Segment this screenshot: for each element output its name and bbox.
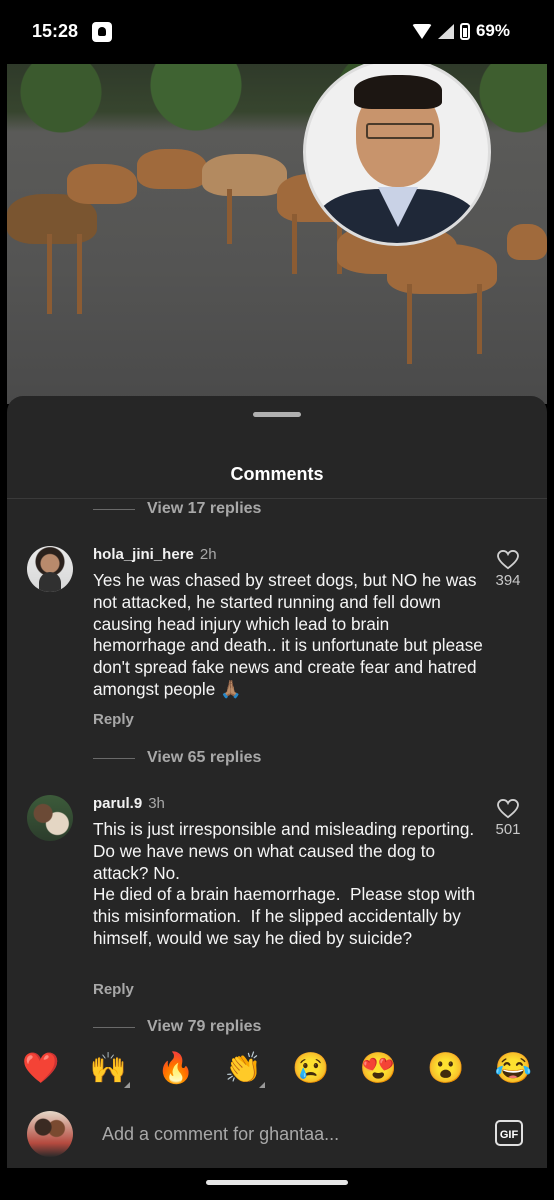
heart-eyes-emoji-button[interactable]: 😍 xyxy=(358,1051,398,1086)
divider xyxy=(7,498,547,499)
divider xyxy=(93,757,135,759)
portrait-glasses xyxy=(366,123,434,139)
avatar[interactable] xyxy=(27,795,73,841)
status-time: 15:28 xyxy=(32,21,79,41)
dog-leg xyxy=(47,234,52,314)
status-bar: 15:28 69% xyxy=(0,0,554,64)
comment-item: parul.9 3h This is just irresponsible and… xyxy=(27,795,537,1015)
view-replies-label: View 79 replies xyxy=(147,1018,262,1035)
cellular-signal-icon xyxy=(437,23,454,39)
comment-text: Yes he was chased by street dogs, but NO… xyxy=(93,570,488,699)
wifi-icon xyxy=(411,23,432,39)
dog-figure xyxy=(67,164,137,204)
skin-tone-indicator xyxy=(124,1081,131,1088)
dog-figure xyxy=(137,149,207,189)
sheet-title: Comments xyxy=(230,464,324,484)
notification-icon xyxy=(92,22,112,42)
like-count: 394 xyxy=(495,572,521,589)
dog-leg xyxy=(477,284,482,354)
drag-handle[interactable] xyxy=(253,412,301,417)
dog-leg xyxy=(227,189,232,244)
username-text[interactable]: parul.9 xyxy=(93,795,142,812)
avatar xyxy=(27,1111,73,1157)
laughing-emoji-button[interactable]: 😂 xyxy=(493,1051,533,1086)
comment-composer: Add a comment for ghantaa... GIF xyxy=(7,1096,547,1168)
battery-icon xyxy=(459,22,470,40)
crying-emoji-button[interactable]: 😢 xyxy=(291,1051,331,1086)
view-replies-label: View 17 replies xyxy=(147,500,262,517)
comment-item: hola_jini_here 2h Yes he was chased by st… xyxy=(27,546,537,746)
dog-figure xyxy=(202,154,287,196)
comment-time: 3h xyxy=(148,795,165,812)
heart-icon[interactable] xyxy=(497,550,519,570)
dog-figure xyxy=(507,224,547,260)
view-replies-button[interactable]: View 17 replies xyxy=(93,500,261,518)
status-icons: 69% xyxy=(411,21,510,41)
comment-username[interactable]: hola_jini_here 2h xyxy=(93,546,217,563)
fire-emoji-button[interactable]: 🔥 xyxy=(156,1051,196,1086)
quick-reactions-bar: ❤️ 🙌 🔥 👏 😢 😍 😮 😂 xyxy=(7,1040,547,1096)
comment-input[interactable]: Add a comment for ghantaa... xyxy=(102,1124,339,1145)
like-count: 501 xyxy=(495,821,521,838)
emoji-glyph: 👏 xyxy=(224,1051,262,1085)
comment-time: 2h xyxy=(199,546,217,563)
heart-icon[interactable] xyxy=(497,799,519,819)
view-replies-button[interactable]: View 79 replies xyxy=(93,1018,261,1036)
heart-emoji-button[interactable]: ❤️ xyxy=(21,1051,61,1086)
avatar[interactable] xyxy=(27,546,73,592)
dog-leg xyxy=(292,214,297,274)
divider xyxy=(93,508,135,510)
divider xyxy=(93,1026,135,1028)
navigation-bar xyxy=(0,1168,554,1200)
raised-hands-emoji-button[interactable]: 🙌 xyxy=(88,1051,131,1088)
username-text[interactable]: hola_jini_here xyxy=(93,546,194,563)
like-control[interactable]: 394 xyxy=(483,550,533,589)
home-indicator[interactable] xyxy=(206,1180,348,1185)
reply-button[interactable]: Reply xyxy=(93,981,134,998)
dog-leg xyxy=(407,284,412,364)
battery-percent: 69% xyxy=(475,21,510,40)
dog-leg xyxy=(77,234,82,314)
clapping-emoji-button[interactable]: 👏 xyxy=(223,1051,266,1088)
portrait-hair xyxy=(354,75,442,109)
like-control[interactable]: 501 xyxy=(483,799,533,838)
post-media[interactable] xyxy=(7,64,547,404)
skin-tone-indicator xyxy=(259,1081,266,1088)
reply-button[interactable]: Reply xyxy=(93,711,134,728)
person-portrait xyxy=(303,64,491,246)
surprised-emoji-button[interactable]: 😮 xyxy=(426,1051,466,1086)
emoji-glyph: 🙌 xyxy=(89,1051,127,1085)
gif-button[interactable]: GIF xyxy=(495,1120,523,1146)
comment-username[interactable]: parul.9 3h xyxy=(93,795,165,812)
comment-text: This is just irresponsible and misleadin… xyxy=(93,819,476,948)
view-replies-button[interactable]: View 65 replies xyxy=(93,749,261,767)
view-replies-label: View 65 replies xyxy=(147,749,262,766)
